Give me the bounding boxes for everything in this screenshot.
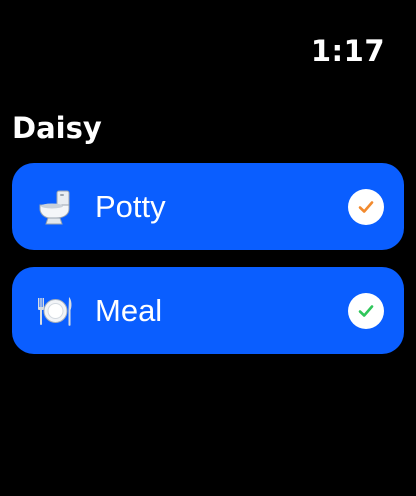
checkmark-icon[interactable] [348,292,384,329]
row-label: Potty [95,188,166,224]
activity-list: Potty Meal [12,163,404,371]
plate-icon [36,292,74,330]
toilet-icon [36,188,74,226]
row-potty[interactable]: Potty [12,163,404,250]
screen-title: Daisy [12,111,102,145]
row-label: Meal [95,292,163,328]
row-meal[interactable]: Meal [12,267,404,354]
status-time: 1:17 [310,34,385,68]
checkmark-icon[interactable] [348,188,384,225]
